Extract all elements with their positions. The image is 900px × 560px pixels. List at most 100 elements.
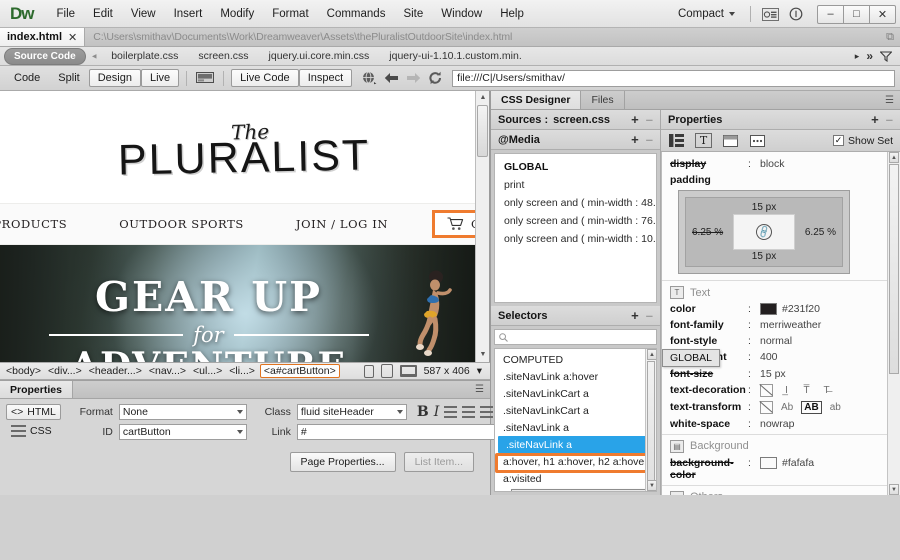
- sources-value[interactable]: screen.css: [553, 114, 610, 126]
- more-icon[interactable]: [749, 133, 766, 148]
- selector-list[interactable]: COMPUTED .siteNavLink a:hover .siteNavLi…: [494, 348, 657, 492]
- add-source-button[interactable]: +: [631, 112, 639, 127]
- properties-scrollbar[interactable]: ▲ ▼: [887, 152, 900, 495]
- design-view-button[interactable]: Design: [88, 69, 141, 87]
- media-item-min-width-10[interactable]: only screen and ( min-width : 10...: [495, 230, 656, 248]
- chevron-down-icon[interactable]: ▾: [477, 365, 482, 377]
- back-arrow-icon[interactable]: [380, 70, 402, 87]
- css-mode-button[interactable]: CSS: [6, 423, 61, 439]
- layout-icon[interactable]: [668, 133, 685, 148]
- maximize-button[interactable]: □: [843, 4, 870, 24]
- property-font-family[interactable]: font-family : merriweather: [662, 317, 887, 333]
- transform-none-icon[interactable]: [760, 400, 773, 414]
- menu-window[interactable]: Window: [432, 3, 491, 25]
- show-set-toggle[interactable]: ✓ Show Set: [833, 135, 893, 147]
- selector-sitenavlink-a-selected[interactable]: .siteNavLink a: [498, 436, 653, 453]
- menu-help[interactable]: Help: [491, 3, 533, 25]
- scroll-up-icon[interactable]: ▲: [889, 152, 899, 163]
- font-weight-value[interactable]: 400: [760, 351, 778, 363]
- tag-header[interactable]: <header...>: [87, 365, 144, 377]
- decoration-underline-icon[interactable]: ̲I: [780, 384, 793, 397]
- unordered-list-icon[interactable]: [444, 406, 458, 418]
- tag-li[interactable]: <li...>: [227, 365, 257, 377]
- padding-left-value[interactable]: 6.25 %: [692, 227, 723, 238]
- phone-view-icon[interactable]: [363, 364, 374, 378]
- nav-link-join-login[interactable]: JOIN / LOG IN: [270, 217, 414, 231]
- padding-link-toggle[interactable]: 🔗: [733, 214, 795, 251]
- selector-sitenavlinkcart-a-1[interactable]: .siteNavLinkCart a: [495, 385, 656, 402]
- scroll-up-icon[interactable]: ▲: [647, 349, 656, 360]
- selector-sitenavlink-a-hover[interactable]: .siteNavLink a:hover: [495, 368, 656, 385]
- show-set-checkbox[interactable]: ✓: [833, 135, 845, 146]
- font-style-value[interactable]: normal: [760, 335, 792, 347]
- menu-format[interactable]: Format: [263, 3, 317, 25]
- related-file-boilerplate[interactable]: boilerplate.css: [102, 48, 187, 64]
- nav-link-products[interactable]: PRODUCTS: [0, 217, 93, 231]
- tag-div[interactable]: <div...>: [46, 365, 84, 377]
- live-view-button[interactable]: Live: [140, 69, 180, 87]
- text-icon[interactable]: T: [695, 133, 712, 148]
- overflow-icon[interactable]: »: [866, 49, 873, 63]
- tab-files[interactable]: Files: [581, 91, 625, 109]
- media-item-min-width-48[interactable]: only screen and ( min-width : 48...: [495, 194, 656, 212]
- property-font-size[interactable]: font-size : 15 px: [662, 366, 887, 382]
- white-space-value[interactable]: nowrap: [760, 418, 794, 430]
- scroll-down-icon[interactable]: ▼: [889, 484, 899, 495]
- property-background-color[interactable]: background-color : #fafafa: [662, 455, 887, 483]
- format-select[interactable]: None: [118, 404, 247, 420]
- cc-sync-icon[interactable]: [758, 4, 782, 24]
- document-tab-index-html[interactable]: index.html ✕: [0, 28, 86, 46]
- tab-css-designer[interactable]: CSS Designer: [491, 91, 582, 109]
- scrollbar-thumb[interactable]: [647, 361, 655, 491]
- transform-lowercase-icon[interactable]: ab: [829, 401, 842, 414]
- scroll-right-icon[interactable]: ▸: [855, 51, 860, 62]
- scrollbar-thumb[interactable]: [889, 164, 899, 374]
- italic-button[interactable]: I: [434, 404, 440, 420]
- html-mode-button[interactable]: <> HTML: [6, 404, 61, 420]
- related-file-jquery-ui-core[interactable]: jquery.ui.core.min.css: [260, 48, 379, 64]
- selector-list-scrollbar[interactable]: ▲ ▼: [645, 349, 656, 491]
- help-info-icon[interactable]: [784, 4, 808, 24]
- code-view-button[interactable]: Code: [5, 69, 49, 87]
- transform-capitalize-icon[interactable]: Ab: [780, 401, 794, 414]
- property-font-style[interactable]: font-style : normal: [662, 333, 887, 349]
- panel-menu-icon[interactable]: ☰: [879, 91, 900, 109]
- workspace-switcher[interactable]: Compact: [670, 5, 743, 23]
- restore-down-icon[interactable]: ⧉: [880, 28, 900, 46]
- menu-site[interactable]: Site: [394, 3, 432, 25]
- selector-a-visited-1[interactable]: a:visited: [495, 470, 656, 487]
- menu-edit[interactable]: Edit: [84, 3, 122, 25]
- display-value[interactable]: block: [760, 158, 785, 170]
- filter-icon[interactable]: [880, 50, 892, 62]
- color-value[interactable]: #231f20: [782, 303, 820, 315]
- scroll-up-icon[interactable]: ▲: [478, 93, 488, 103]
- close-icon[interactable]: ✕: [68, 31, 77, 44]
- scrollbar-thumb[interactable]: [477, 105, 488, 157]
- bold-button[interactable]: B: [417, 404, 429, 420]
- border-icon[interactable]: [722, 133, 739, 148]
- tag-nav[interactable]: <nav...>: [147, 365, 188, 377]
- padding-box-model[interactable]: 15 px 6.25 % 🔗 6.25 % 15 px: [678, 190, 850, 275]
- globe-icon[interactable]: [358, 70, 380, 87]
- ordered-list-icon[interactable]: [462, 406, 476, 418]
- class-select[interactable]: fluid siteHeader: [296, 404, 407, 420]
- scroll-down-icon[interactable]: ▼: [478, 350, 488, 360]
- tag-body[interactable]: <body>: [4, 365, 43, 377]
- outdent-icon[interactable]: [480, 406, 494, 418]
- property-white-space[interactable]: white-space : nowrap: [662, 416, 887, 432]
- tag-cart-button-selected[interactable]: <a#cartButton>: [259, 364, 340, 378]
- menu-commands[interactable]: Commands: [318, 3, 395, 25]
- link-input[interactable]: #: [296, 424, 517, 440]
- page-properties-button[interactable]: Page Properties...: [289, 452, 396, 472]
- selector-computed[interactable]: COMPUTED: [495, 351, 656, 368]
- property-display[interactable]: display : block: [662, 156, 887, 172]
- transform-uppercase-icon[interactable]: AB: [801, 400, 822, 414]
- property-text-transform[interactable]: text-transform : Ab AB ab: [662, 399, 887, 416]
- tab-properties[interactable]: Properties: [0, 381, 73, 398]
- scroll-down-icon[interactable]: ▼: [647, 480, 656, 491]
- padding-top-value[interactable]: 15 px: [752, 201, 776, 214]
- id-select[interactable]: cartButton: [118, 424, 247, 440]
- properties-scroll-area[interactable]: display : block padding 15 px 6.25 % 🔗 6…: [661, 152, 900, 495]
- related-file-screen[interactable]: screen.css: [189, 48, 257, 64]
- add-property-button[interactable]: +: [871, 112, 879, 127]
